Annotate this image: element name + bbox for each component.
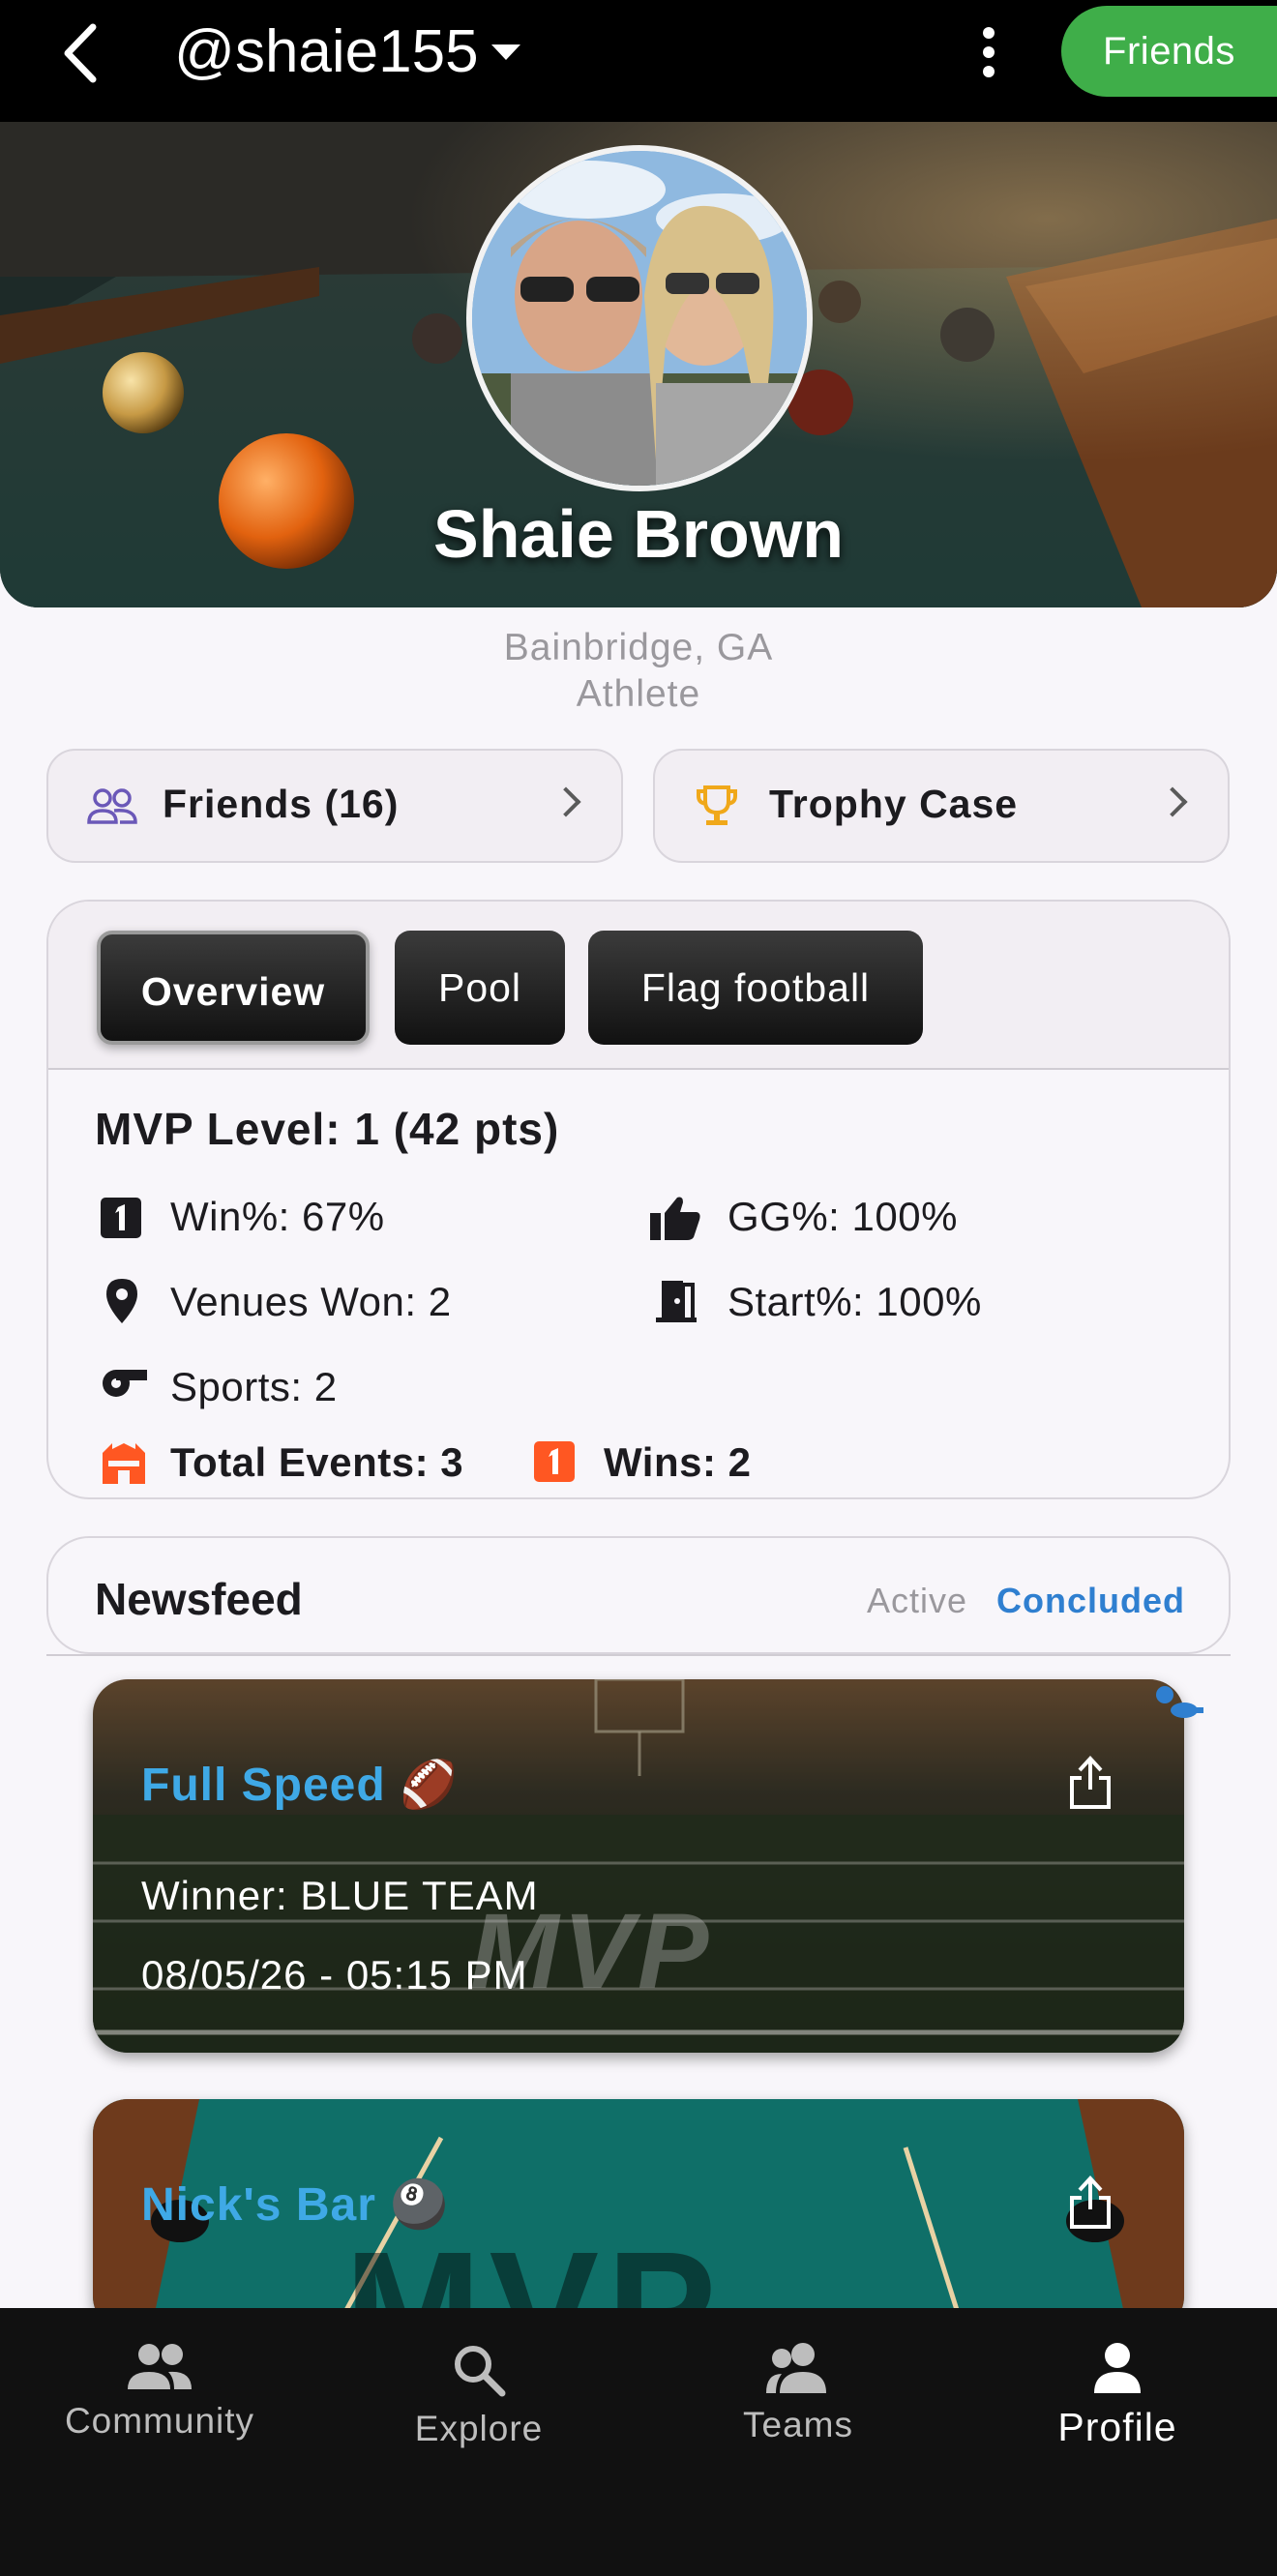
whistle-icon (103, 1370, 147, 1397)
trophy-case-card-button[interactable]: Trophy Case (653, 749, 1230, 863)
feed-card-nicks-bar[interactable]: MVP Nick's Bar 🎱 (93, 2099, 1184, 2331)
newsfeed-header: Newsfeed Active Concluded (46, 1536, 1231, 1654)
event-datetime: 08/05/26 - 05:15 PM (141, 1952, 528, 1998)
win-percentage: Win%: 67% (170, 1194, 385, 1239)
friends-icon (87, 788, 137, 824)
profile-role: Athlete (576, 673, 701, 715)
profile-meta: Bainbridge, GA Athlete (0, 625, 1277, 718)
share-icon[interactable] (1066, 2175, 1114, 2231)
nav-explore[interactable]: Explore (319, 2341, 638, 2449)
filter-active[interactable]: Active (867, 1581, 967, 1621)
friends-card-button[interactable]: Friends (16) (46, 749, 623, 863)
event-winner: Winner: BLUE TEAM (141, 1873, 539, 1918)
chevron-right-icon (1157, 786, 1188, 817)
newsfeed-title: Newsfeed (95, 1574, 303, 1624)
username-title[interactable]: @shaie155 (174, 17, 479, 87)
venues-won: Venues Won: 2 (170, 1279, 452, 1324)
nav-teams-label: Teams (743, 2405, 853, 2444)
community-icon (128, 2344, 192, 2389)
top-app-bar: @shaie155 Friends (0, 0, 1277, 122)
nav-profile-label: Profile (1057, 2405, 1177, 2449)
avatar[interactable] (466, 145, 813, 491)
sport-tabs: Overview Pool Flag football (48, 902, 1229, 1070)
first-place-icon (101, 1198, 141, 1238)
nav-explore-label: Explore (414, 2409, 544, 2448)
friends-card-label: Friends (16) (163, 782, 400, 826)
profile-location: Bainbridge, GA (503, 627, 774, 668)
filter-concluded[interactable]: Concluded (996, 1581, 1185, 1621)
person-icon (1094, 2343, 1141, 2393)
stats-card: Overview Pool Flag football MVP Level: 1… (46, 900, 1231, 1499)
mvp-level: MVP Level: 1 (42 pts) (95, 1104, 560, 1154)
event-title[interactable]: Full Speed 🏈 (141, 1757, 459, 1812)
wins-count: Wins: 2 (604, 1439, 752, 1485)
nav-community-label: Community (64, 2401, 255, 2441)
tab-pool[interactable]: Pool (395, 931, 565, 1045)
gg-percentage: GG%: 100% (728, 1194, 958, 1239)
tab-overview[interactable]: Overview (97, 931, 370, 1045)
divider (46, 1654, 1231, 1656)
first-place-icon (534, 1441, 575, 1482)
chevron-right-icon (550, 786, 581, 817)
blue-pin-icon (1156, 1686, 1203, 1718)
trophy-icon (697, 785, 737, 825)
nav-community[interactable]: Community (0, 2341, 319, 2442)
friends-status-button[interactable]: Friends (1061, 6, 1277, 97)
teams-icon (766, 2343, 826, 2393)
nav-teams[interactable]: Teams (638, 2341, 958, 2445)
profile-photo (472, 151, 807, 486)
tab-flag-football[interactable]: Flag football (588, 931, 923, 1045)
event-title[interactable]: Nick's Bar 🎱 (141, 2176, 449, 2232)
total-events: Total Events: 3 (170, 1439, 464, 1485)
door-open-icon (656, 1281, 697, 1322)
nav-profile[interactable]: Profile (958, 2341, 1277, 2450)
stadium-icon (103, 1443, 145, 1484)
bottom-navigation: Community Explore Teams Profile (0, 2308, 1277, 2576)
more-options-icon[interactable] (969, 21, 1008, 83)
back-arrow-icon[interactable] (50, 19, 118, 87)
location-pin-icon (106, 1279, 137, 1323)
profile-name: Shaie Brown (433, 496, 844, 572)
sports-count: Sports: 2 (170, 1364, 338, 1409)
share-icon[interactable] (1066, 1755, 1114, 1811)
start-percentage: Start%: 100% (728, 1279, 982, 1324)
thumbs-up-icon (650, 1197, 700, 1240)
trophy-case-label: Trophy Case (769, 782, 1019, 826)
chevron-down-icon[interactable] (491, 44, 520, 60)
search-icon (455, 2346, 506, 2397)
feed-card-full-speed[interactable]: MVP Full Speed 🏈 Winner: BLUE TEAM 08/05… (93, 1679, 1184, 2053)
